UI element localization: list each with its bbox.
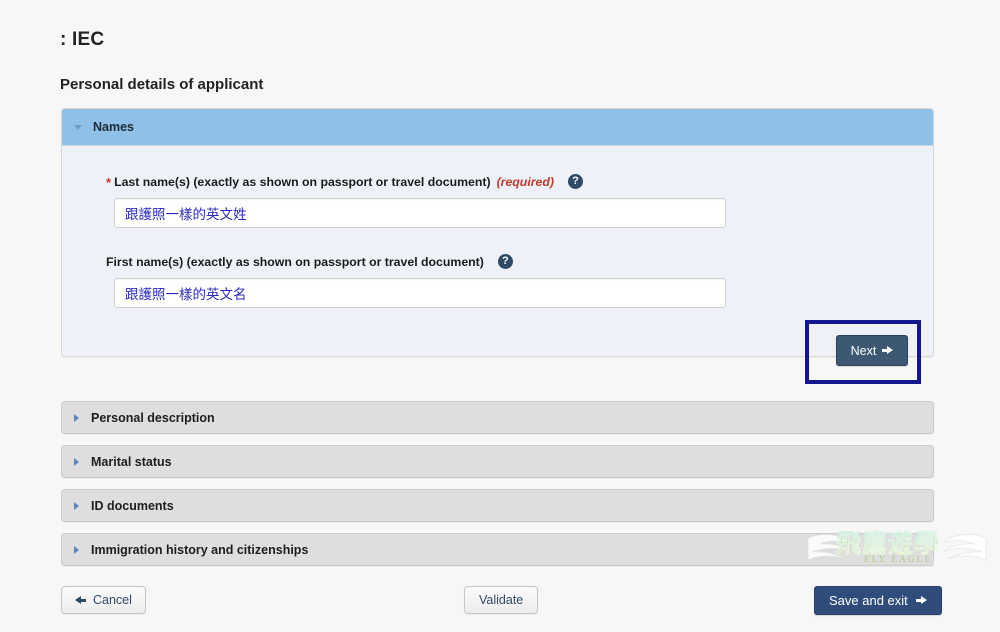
- save-and-exit-label: Save and exit: [829, 593, 908, 608]
- cancel-button-label: Cancel: [93, 593, 132, 607]
- accordion-section-personal-description[interactable]: Personal description: [61, 401, 934, 434]
- field-label-last-name: * Last name(s) (exactly as shown on pass…: [106, 174, 909, 190]
- chevron-right-icon: [74, 545, 79, 554]
- label-text-last-name: Last name(s) (exactly as shown on passpo…: [114, 174, 491, 189]
- chevron-right-icon: [74, 413, 79, 422]
- accordion-title-personal-description: Personal description: [91, 410, 215, 425]
- app-title: : IEC: [60, 29, 105, 50]
- cancel-button[interactable]: Cancel: [61, 586, 146, 614]
- accordion-section-id-documents[interactable]: ID documents: [61, 489, 934, 522]
- chevron-down-icon: [74, 124, 82, 130]
- accordion-section-immigration-history[interactable]: Immigration history and citizenships: [61, 533, 934, 566]
- required-asterisk: *: [106, 175, 112, 190]
- chevron-right-icon: [74, 457, 79, 466]
- arrow-right-icon: [882, 345, 894, 356]
- help-circle-icon[interactable]: ?: [497, 254, 513, 269]
- accordion-section-marital-status[interactable]: Marital status: [61, 445, 934, 478]
- accordion-title-immigration-history: Immigration history and citizenships: [91, 542, 309, 557]
- page-root: : IEC Personal details of applicant Name…: [0, 0, 1000, 632]
- validate-button-label: Validate: [479, 593, 524, 607]
- accordion-title-id-documents: ID documents: [91, 498, 174, 513]
- field-last-name: * Last name(s) (exactly as shown on pass…: [86, 174, 909, 228]
- next-button[interactable]: Next: [836, 335, 908, 366]
- chevron-right-icon: [74, 501, 79, 510]
- accordion-body-names: * Last name(s) (exactly as shown on pass…: [62, 146, 933, 356]
- label-text-first-name: First name(s) (exactly as shown on passp…: [106, 254, 484, 269]
- next-button-label: Next: [850, 343, 877, 358]
- field-label-first-name: First name(s) (exactly as shown on passp…: [106, 254, 909, 269]
- help-circle-icon[interactable]: ?: [567, 174, 583, 189]
- arrow-left-icon: [75, 595, 86, 606]
- required-tag-last-name: (required): [496, 174, 554, 189]
- accordion-header-names[interactable]: Names: [62, 109, 933, 146]
- validate-button[interactable]: Validate: [464, 586, 539, 614]
- save-and-exit-button[interactable]: Save and exit: [814, 586, 942, 615]
- page-title: Personal details of applicant: [60, 76, 264, 93]
- last-name-input[interactable]: [114, 198, 726, 228]
- accordion-section-names: Names * Last name(s) (exactly as shown o…: [61, 108, 934, 357]
- accordion-title-marital-status: Marital status: [91, 454, 172, 469]
- first-name-input[interactable]: [114, 278, 726, 308]
- arrow-right-icon: [915, 595, 927, 606]
- field-first-name: First name(s) (exactly as shown on passp…: [86, 254, 909, 308]
- accordion-title-names: Names: [93, 120, 134, 134]
